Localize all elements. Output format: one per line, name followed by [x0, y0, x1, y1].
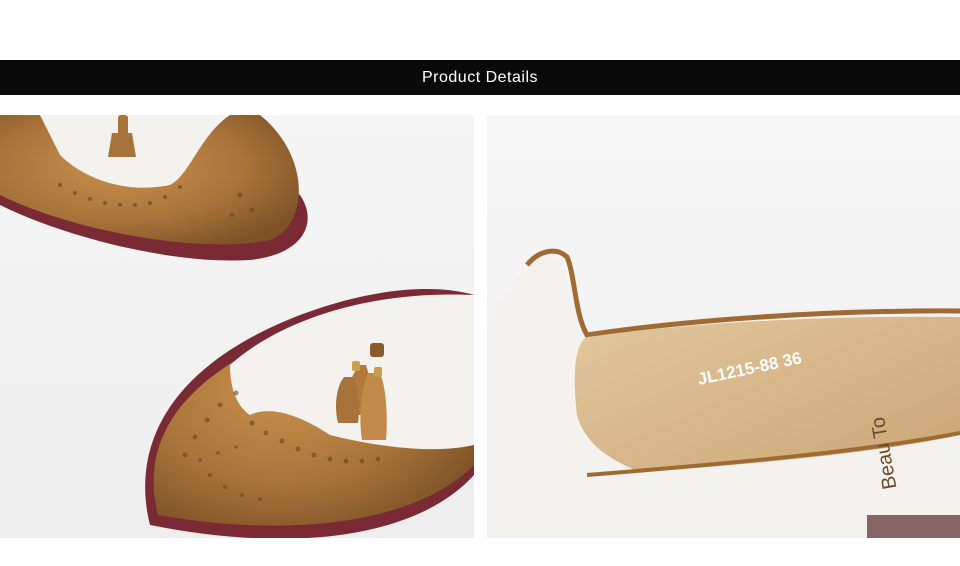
loafer-insole-illustration: JL1215-88 36 Beau To [487, 115, 960, 538]
loafer-tassel-illustration [0, 115, 474, 538]
section-title: Product Details [422, 68, 538, 86]
section-banner: Product Details [0, 60, 960, 95]
product-photo-insole: JL1215-88 36 Beau To [487, 115, 960, 538]
product-photo-tassel [0, 115, 474, 538]
